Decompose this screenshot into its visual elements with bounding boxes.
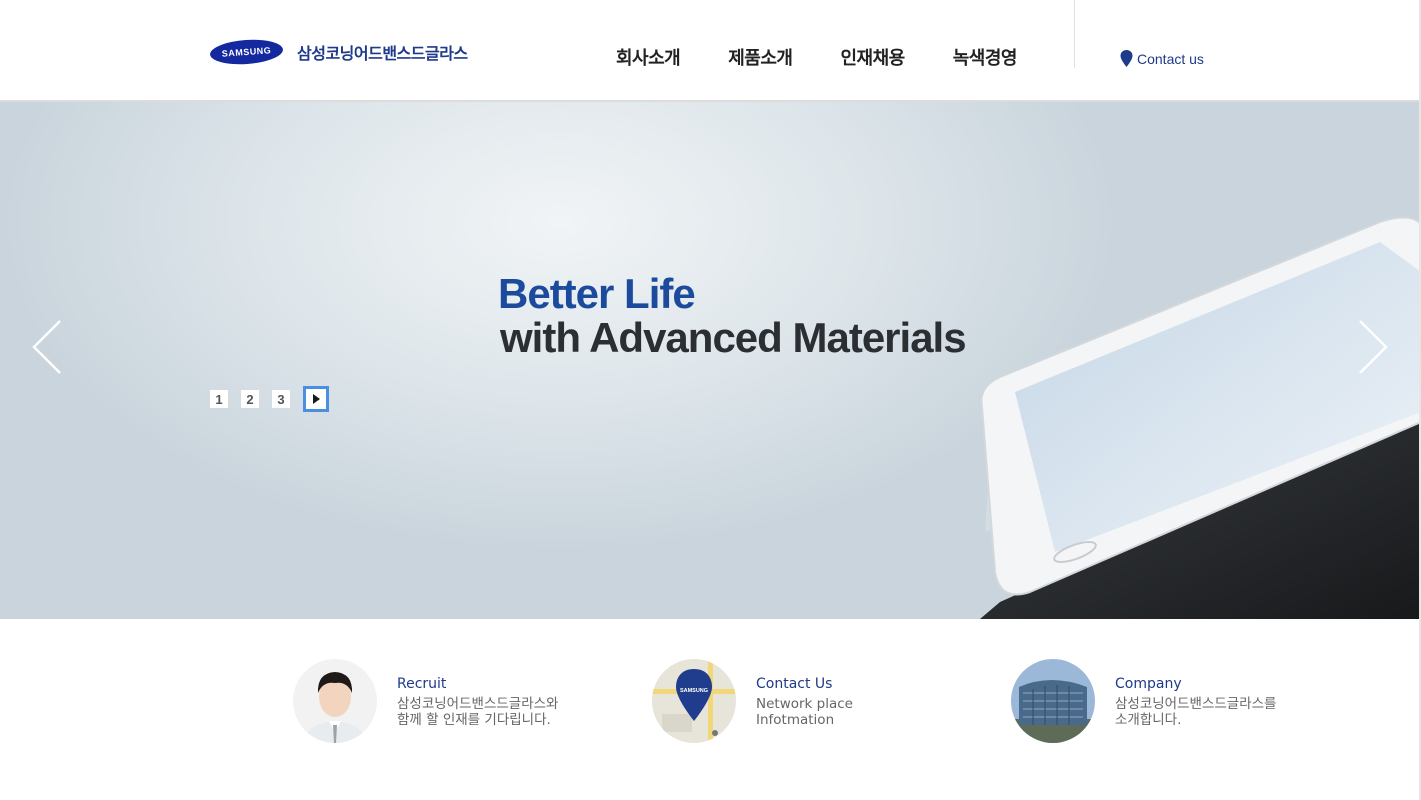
map-pin-brand: SAMSUNG [680,688,708,694]
feature-title-company: Company [1115,676,1182,692]
nav-divider [1074,0,1075,68]
feature-links: Recruit 삼성코닝어드밴스드글라스와 함께 할 인재를 기다립니다. SA… [0,619,1421,800]
nav-item-products[interactable]: 제품소개 [728,44,793,70]
samsung-logo-text: SAMSUNG [221,45,272,59]
samsung-logo: SAMSUNG [209,37,284,67]
slide-page-1[interactable]: 1 [210,390,228,408]
main-nav: 회사소개 제품소개 인재채용 녹색경영 [616,44,1065,70]
play-icon [313,394,320,404]
feature-desc-company-line1: 삼성코닝어드밴스드글라스를 [1115,696,1277,712]
phone-glass-image [980,216,1421,619]
nav-item-green[interactable]: 녹색경영 [953,44,1018,70]
feature-recruit[interactable]: Recruit 삼성코닝어드밴스드글라스와 함께 할 인재를 기다립니다. [293,659,558,743]
feature-desc-recruit-line1: 삼성코닝어드밴스드글라스와 [397,696,559,712]
nav-item-recruit[interactable]: 인재채용 [841,44,906,70]
contact-us-label: Contact us [1137,50,1204,67]
recruit-person-image [293,659,377,743]
hero-headline-line1: Better Life [498,270,696,317]
feature-contact-us[interactable]: SAMSUNG Contact Us Network place Infotma… [652,659,853,743]
slide-page-2[interactable]: 2 [241,390,259,408]
feature-company[interactable]: Company 삼성코닝어드밴스드글라스를 소개합니다. [1011,659,1276,743]
hero-banner: Better Life with Advanced Materials 1 2 … [0,102,1421,619]
prev-slide-arrow-icon[interactable] [28,317,68,377]
logo[interactable]: SAMSUNG 삼성코닝어드밴스드글라스 [209,37,468,67]
location-pin-icon [1120,50,1133,67]
feature-desc-recruit-line2: 함께 할 인재를 기다립니다. [397,712,551,728]
slide-page-3[interactable]: 3 [272,390,290,408]
feature-desc-contact-line2: Infotmation [756,712,835,728]
next-slide-arrow-icon[interactable] [1352,317,1392,377]
slide-pager: 1 2 3 [210,386,329,412]
nav-item-company[interactable]: 회사소개 [616,44,681,70]
company-name: 삼성코닝어드밴스드글라스 [297,44,468,63]
hero-headline-line2: with Advanced Materials [500,314,967,361]
map-image: SAMSUNG [652,659,736,743]
feature-desc-company-line2: 소개합니다. [1115,712,1182,728]
contact-us-link[interactable]: Contact us [1120,50,1204,67]
feature-desc-contact-line1: Network place [756,696,853,712]
slideshow-play-button[interactable] [303,386,329,412]
site-header: SAMSUNG 삼성코닝어드밴스드글라스 회사소개 제품소개 인재채용 녹색경영… [0,0,1421,102]
company-building-image [1011,659,1095,743]
feature-title-contact: Contact Us [756,676,833,692]
feature-title-recruit: Recruit [397,676,447,692]
